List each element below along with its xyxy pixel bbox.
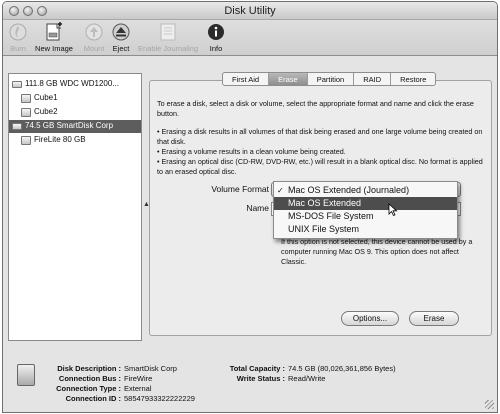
sidebar-item-smartdisk[interactable]: 74.5 GB SmartDisk Corp (9, 120, 141, 133)
journaling-icon (160, 23, 176, 41)
hard-drive-icon (12, 81, 22, 88)
tab-first-aid[interactable]: First Aid (223, 73, 270, 85)
connection-bus-value: FireWire (124, 374, 153, 383)
volume-format-label: Volume Format (211, 184, 269, 194)
erase-bullet-volume: • Erasing a volume results in a clean vo… (157, 147, 346, 156)
format-option-msdos[interactable]: MS-DOS File System (274, 210, 457, 223)
sidebar-item-wdc-drive[interactable]: 111.8 GB WDC WD1200... (9, 78, 141, 91)
total-capacity-label: Total Capacity : (229, 364, 285, 373)
tab-raid[interactable]: RAID (354, 73, 392, 85)
erase-button[interactable]: Erase (409, 311, 459, 326)
connection-bus-label: Connection Bus : (58, 374, 121, 383)
erase-bullet-optical: • Erasing an optical disc (CD-RW, DVD-RW… (157, 157, 483, 176)
eject-icon (112, 23, 130, 41)
name-label: Name (246, 203, 269, 213)
mount-button[interactable]: Mount (81, 22, 107, 53)
tab-partition[interactable]: Partition (308, 73, 355, 85)
tab-erase[interactable]: Erase (269, 73, 308, 85)
title-bar: Disk Utility (3, 2, 497, 20)
options-button[interactable]: Options... (341, 311, 399, 326)
enable-journaling-button[interactable]: Enable Journaling (135, 22, 201, 53)
info-icon (208, 24, 224, 40)
sidebar-item-cube2[interactable]: Cube2 (9, 106, 141, 119)
connection-type-value: External (124, 384, 152, 393)
eject-button[interactable]: Eject (109, 22, 133, 53)
connection-type-label: Connection Type : (56, 384, 121, 393)
window-title: Disk Utility (224, 5, 276, 17)
mount-icon (85, 23, 103, 41)
toolbar: Burn New Image Mount Eject Enable Journa… (3, 20, 497, 56)
hard-drive-icon (12, 123, 22, 130)
write-status-value: Read/Write (288, 374, 326, 383)
volume-icon (21, 136, 31, 145)
sidebar-item-cube1[interactable]: Cube1 (9, 92, 141, 105)
erase-intro-text: To erase a disk, select a disk or volume… (157, 99, 474, 118)
connection-id-value: 58547933322222229 (124, 394, 195, 403)
volume-format-menu: ✓ Mac OS Extended (Journaled) Mac OS Ext… (273, 181, 458, 239)
format-option-journaled[interactable]: ✓ Mac OS Extended (Journaled) (274, 184, 457, 197)
tab-bar: First Aid Erase Partition RAID Restore (222, 72, 437, 86)
volume-icon (21, 94, 31, 103)
new-image-icon (46, 22, 62, 41)
format-option-extended[interactable]: Mac OS Extended (274, 197, 457, 210)
format-option-unix[interactable]: UNIX File System (274, 223, 457, 236)
burn-icon (9, 23, 27, 41)
total-capacity-value: 74.5 GB (80,026,361,856 Bytes) (288, 364, 396, 373)
mac-os9-note: If this option is not selected, this dev… (281, 237, 473, 266)
mouse-pointer-icon (388, 203, 398, 216)
volume-icon (21, 108, 31, 117)
sidebar-item-firelite[interactable]: FireLite 80 GB (9, 134, 141, 147)
checkmark-icon: ✓ (277, 186, 284, 195)
tab-restore[interactable]: Restore (391, 73, 435, 85)
burn-button[interactable]: Burn (5, 22, 31, 53)
resize-grip[interactable] (485, 400, 494, 409)
disk-description-label: Disk Description : (57, 364, 121, 373)
new-image-button[interactable]: New Image (33, 22, 75, 53)
write-status-label: Write Status : (236, 374, 285, 383)
erase-bullet-disk: • Erasing a disk results in all volumes … (157, 127, 483, 146)
connection-id-label: Connection ID : (65, 394, 121, 403)
disk-info-icon (17, 364, 35, 386)
disk-utility-window: Disk Utility Burn New Image Mount Eject … (2, 1, 498, 413)
disk-list[interactable]: 111.8 GB WDC WD1200... Cube1 Cube2 74.5 … (8, 73, 142, 341)
disk-description-value: SmartDisk Corp (124, 364, 177, 373)
info-button[interactable]: Info (206, 22, 226, 53)
